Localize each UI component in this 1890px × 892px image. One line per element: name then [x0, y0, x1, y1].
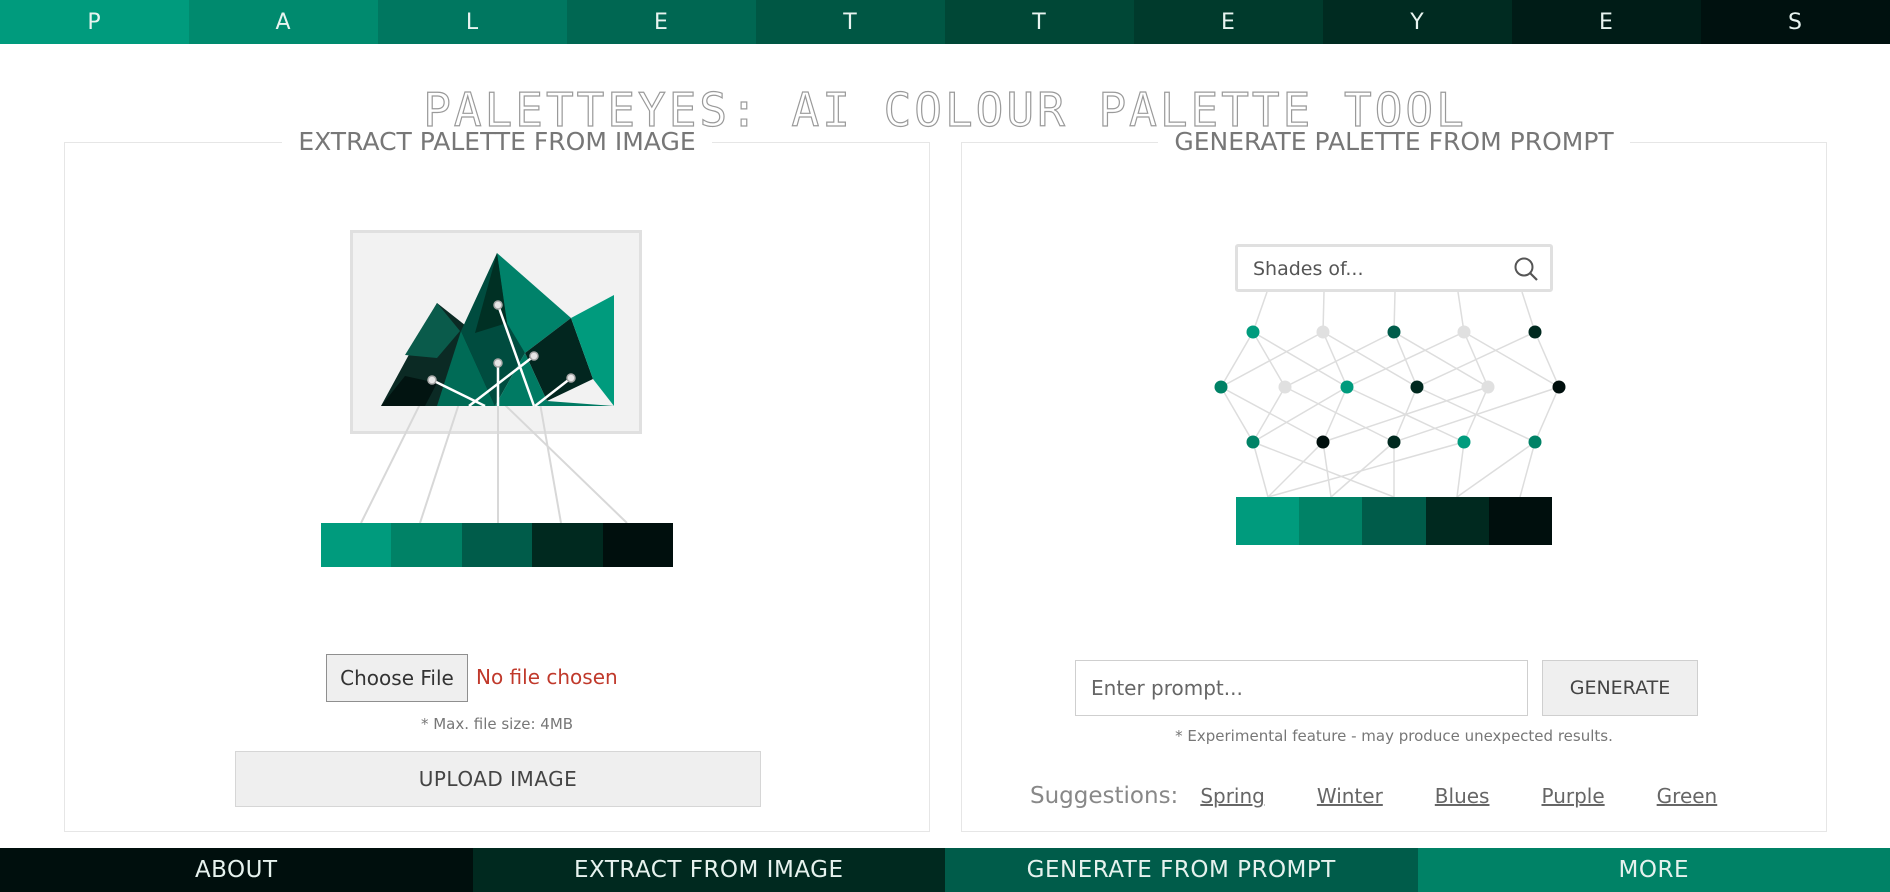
- suggestion-link-green[interactable]: Green: [1657, 784, 1718, 808]
- file-status: No file chosen: [476, 665, 618, 689]
- file-size-hint: * Max. file size: 4MB: [420, 715, 574, 733]
- image-frame: [350, 230, 642, 434]
- suggestion-link-spring[interactable]: Spring: [1200, 784, 1265, 808]
- palette-swatch: [1362, 497, 1426, 545]
- nav-more[interactable]: MORE: [1417, 848, 1890, 892]
- generate-heading-wrap: GENERATE PALETTE FROM PROMPT: [962, 127, 1826, 156]
- palette-swatch: [1299, 497, 1363, 545]
- palette-swatch: [1488, 497, 1553, 545]
- palette-swatch: [461, 523, 533, 567]
- banner-letter: E: [567, 0, 756, 44]
- palette-swatch: [532, 523, 603, 567]
- bottom-nav: ABOUT EXTRACT FROM IMAGE GENERATE FROM P…: [0, 848, 1890, 892]
- banner-letter: E: [1512, 0, 1701, 44]
- banner-letter: P: [0, 0, 189, 44]
- extract-heading: EXTRACT PALETTE FROM IMAGE: [282, 127, 712, 156]
- nav-generate-from-prompt[interactable]: GENERATE FROM PROMPT: [945, 848, 1418, 892]
- prompt-input[interactable]: [1075, 660, 1528, 716]
- extract-swatch-row: [321, 523, 674, 567]
- banner-letter: Y: [1323, 0, 1512, 44]
- choose-file-button[interactable]: Choose File: [326, 654, 468, 702]
- generate-panel: GENERATE PALETTE FROM PROMPT Shades of..…: [961, 127, 1827, 832]
- palette-swatch: [391, 523, 462, 567]
- banner-letter: E: [1134, 0, 1323, 44]
- nav-extract-from-image[interactable]: EXTRACT FROM IMAGE: [472, 848, 945, 892]
- suggestions: Suggestions: Spring Winter Blues Purple …: [1030, 783, 1769, 809]
- banner-letter: T: [756, 0, 945, 44]
- upload-image-button[interactable]: UPLOAD IMAGE: [235, 751, 761, 807]
- banner-letter: L: [378, 0, 567, 44]
- extract-panel: EXTRACT PALETTE FROM IMAGE Choose File N…: [64, 127, 930, 832]
- banner-letter: S: [1701, 0, 1890, 44]
- suggestion-link-purple[interactable]: Purple: [1541, 784, 1604, 808]
- banner-letter: T: [945, 0, 1134, 44]
- search-icon: [1514, 257, 1538, 281]
- palette-swatch: [1425, 497, 1489, 545]
- palette-swatch: [1236, 497, 1300, 545]
- suggestions-label: Suggestions:: [1030, 783, 1179, 809]
- generate-swatch-row: [1236, 497, 1553, 545]
- shades-search-box: Shades of...: [1235, 244, 1553, 292]
- palette-swatch: [602, 523, 674, 567]
- shades-text: Shades of...: [1253, 258, 1364, 280]
- generate-heading: GENERATE PALETTE FROM PROMPT: [1158, 127, 1630, 156]
- prompt-hint: * Experimental feature - may produce une…: [1175, 727, 1613, 745]
- palette-swatch: [321, 523, 392, 567]
- extract-heading-wrap: EXTRACT PALETTE FROM IMAGE: [65, 127, 929, 156]
- suggestion-link-winter[interactable]: Winter: [1317, 784, 1383, 808]
- generate-button[interactable]: GENERATE: [1542, 660, 1698, 716]
- nav-about[interactable]: ABOUT: [0, 848, 473, 892]
- logo-banner: P A L E T T E Y E S: [0, 0, 1890, 44]
- suggestion-link-blues[interactable]: Blues: [1435, 784, 1490, 808]
- banner-letter: A: [189, 0, 378, 44]
